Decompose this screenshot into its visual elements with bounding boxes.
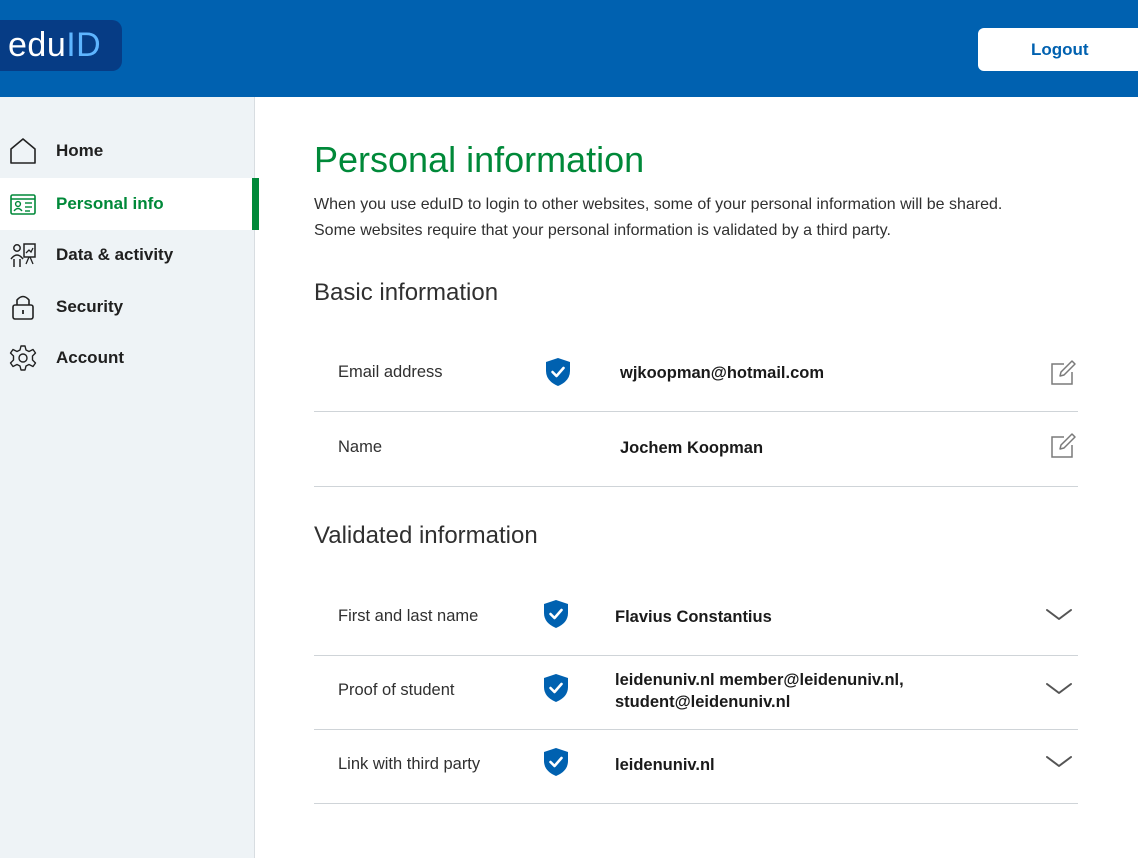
intro-text: When you use eduID to login to other web… [314, 192, 1084, 244]
row-value: leidenuniv.nl [615, 754, 715, 776]
verified-shield-icon [542, 673, 570, 703]
sidebar: Home Personal info Data & activity Secur… [0, 97, 259, 858]
row-value: Jochem Koopman [620, 439, 764, 457]
id-card-icon [8, 189, 38, 219]
logout-button[interactable]: Logout [978, 28, 1138, 71]
home-icon [8, 136, 38, 166]
chevron-down-icon[interactable] [1044, 679, 1074, 699]
row-value-line: leidenuniv.nl [615, 756, 715, 774]
sidebar-item-label: Home [56, 141, 104, 160]
row-value-line: leidenuniv.nl member@leidenuniv.nl, [615, 671, 904, 689]
email-row: Email address wjkoopman@hotmail.com [314, 337, 1078, 412]
chevron-down-icon[interactable] [1044, 752, 1074, 772]
basic-information-title: Basic information [314, 279, 499, 306]
name-row: Name Jochem Koopman [314, 412, 1078, 487]
page-title: Personal information [314, 139, 645, 180]
validated-information-title: Validated information [314, 522, 538, 549]
sidebar-item-personal-info[interactable]: Personal info [0, 178, 259, 230]
row-label: Link with third party [338, 755, 481, 773]
sidebar-item-label: Personal info [56, 194, 164, 213]
sidebar-item-label: Account [56, 348, 124, 367]
intro-line: When you use eduID to login to other web… [314, 196, 1003, 213]
edit-icon[interactable] [1048, 430, 1078, 460]
row-value-line: Flavius Constantius [615, 608, 772, 626]
sidebar-item-home[interactable]: Home [0, 125, 259, 177]
row-label: Proof of student [338, 681, 455, 699]
verified-shield-icon [544, 357, 572, 387]
gear-icon [8, 343, 38, 373]
row-value-line: student@leidenuniv.nl [615, 693, 791, 711]
row-label: First and last name [338, 607, 479, 625]
row-label: Email address [338, 363, 443, 381]
header: edu ID Logout [0, 0, 1138, 97]
data-activity-icon [8, 240, 38, 270]
intro-line: Some websites require that your personal… [314, 222, 891, 239]
sidebar-item-security[interactable]: Security [0, 281, 259, 333]
lock-icon [8, 292, 38, 322]
validated-row-link-third-party[interactable]: Link with third party leidenuniv.nl [314, 730, 1078, 804]
logo-text-edu: edu [8, 26, 67, 64]
sidebar-item-label: Data & activity [56, 245, 174, 264]
eduid-logo[interactable]: edu ID [0, 20, 122, 71]
row-value: leidenuniv.nl member@leidenuniv.nl, stud… [615, 669, 904, 713]
validated-row-proof-of-student[interactable]: Proof of student leidenuniv.nl member@le… [314, 656, 1078, 730]
validated-row-first-last-name[interactable]: First and last name Flavius Constantius [314, 581, 1078, 656]
verified-shield-icon [542, 599, 570, 629]
chevron-down-icon[interactable] [1044, 605, 1074, 625]
sidebar-item-data-activity[interactable]: Data & activity [0, 229, 259, 281]
logo-text-id: ID [66, 26, 102, 64]
row-value: Flavius Constantius [615, 606, 772, 628]
verified-shield-icon [542, 747, 570, 777]
sidebar-item-account[interactable]: Account [0, 332, 259, 384]
row-label: Name [338, 438, 383, 456]
edit-icon[interactable] [1048, 357, 1078, 387]
sidebar-item-label: Security [56, 297, 124, 316]
row-value: wjkoopman@hotmail.com [620, 364, 825, 382]
